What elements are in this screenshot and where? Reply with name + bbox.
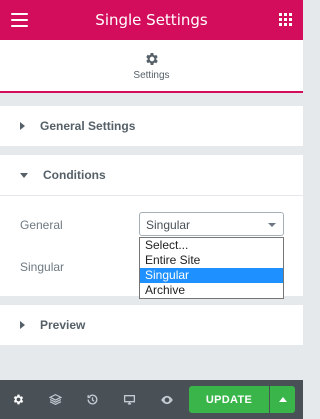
caret-right-icon — [20, 122, 25, 130]
footer-settings-button[interactable] — [0, 380, 37, 419]
grid-icon[interactable] — [279, 13, 292, 26]
general-settings-section: General Settings — [0, 106, 303, 146]
hamburger-icon[interactable] — [11, 13, 28, 27]
gear-icon — [13, 394, 24, 405]
caret-right-icon — [20, 321, 25, 329]
caret-down-icon — [20, 172, 28, 178]
select-option[interactable]: Select... — [140, 238, 283, 253]
gear-icon — [145, 52, 158, 65]
section-divider — [0, 195, 303, 196]
history-icon — [87, 394, 98, 405]
select-option[interactable]: Entire Site — [140, 253, 283, 268]
general-select-value: Singular — [146, 218, 191, 232]
footer-navigator-button[interactable] — [37, 380, 74, 419]
general-label: General — [20, 218, 63, 232]
general-select-dropdown: Select... Entire Site Singular Archive — [139, 237, 284, 299]
tab-settings-label: Settings — [133, 69, 170, 81]
preview-header[interactable]: Preview — [0, 305, 303, 345]
conditions-label: Conditions — [43, 168, 106, 182]
general-settings-header[interactable]: General Settings — [0, 106, 303, 146]
select-option[interactable]: Archive — [140, 283, 283, 298]
general-select[interactable]: Singular — [139, 212, 284, 236]
general-settings-label: General Settings — [40, 119, 136, 133]
footer-bar: UPDATE — [0, 380, 303, 419]
chevron-up-icon — [278, 397, 287, 402]
footer-responsive-button[interactable] — [111, 380, 148, 419]
select-option-selected[interactable]: Singular — [140, 268, 283, 283]
layers-icon — [49, 393, 62, 406]
footer-history-button[interactable] — [74, 380, 111, 419]
chevron-down-icon — [268, 223, 276, 227]
singular-label: Singular — [20, 260, 65, 274]
panel-title: Single Settings — [95, 11, 208, 29]
tab-settings[interactable]: Settings — [0, 40, 303, 93]
update-button[interactable]: UPDATE — [189, 386, 269, 413]
conditions-header[interactable]: Conditions — [0, 155, 303, 195]
preview-label: Preview — [40, 318, 86, 332]
update-options-button[interactable] — [270, 386, 295, 413]
eye-icon — [160, 395, 173, 404]
footer-preview-button[interactable] — [148, 380, 185, 419]
top-bar: Single Settings — [0, 0, 303, 40]
responsive-icon — [123, 395, 136, 405]
preview-section: Preview — [0, 305, 303, 345]
